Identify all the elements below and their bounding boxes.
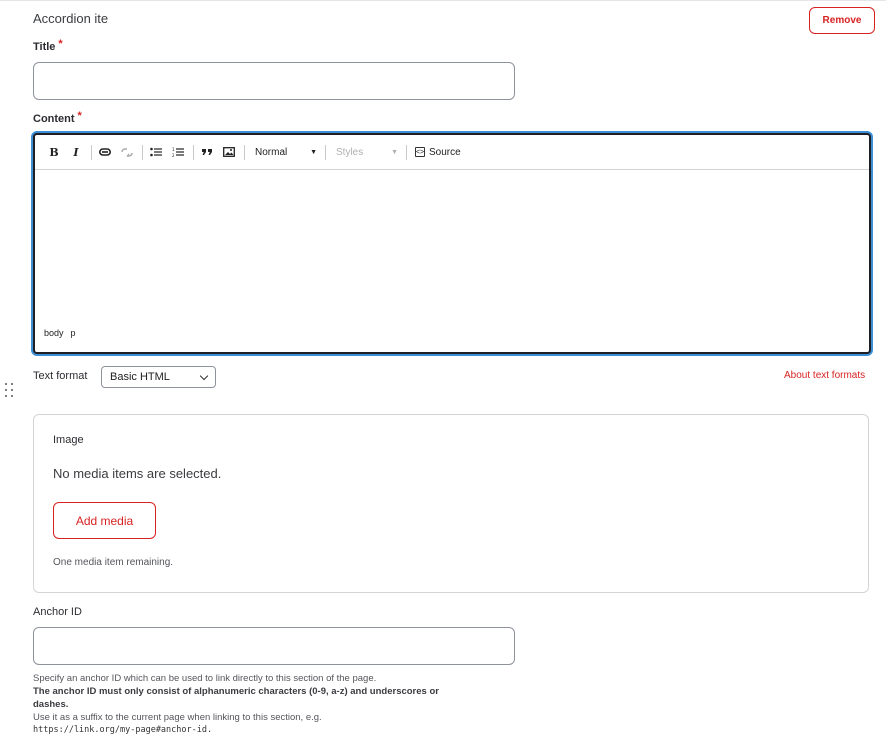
italic-button[interactable]: I: [67, 143, 85, 161]
text-format-label: Text format: [33, 370, 88, 382]
anchor-id-input[interactable]: [33, 627, 515, 665]
section-title: Accordion ite: [33, 11, 109, 26]
toolbar-separator: [193, 144, 194, 160]
caret-down-icon: ▼: [391, 148, 398, 156]
source-button[interactable]: <> Source: [411, 147, 465, 158]
source-icon: <>: [415, 147, 425, 157]
about-text-formats-link[interactable]: About text formats: [784, 370, 865, 381]
toolbar-separator: [325, 144, 326, 160]
link-icon[interactable]: [96, 143, 114, 161]
help-line: Use it as a suffix to the current page w…: [33, 712, 322, 723]
svg-text:2: 2: [172, 153, 175, 157]
chevron-down-icon: [199, 371, 209, 380]
toolbar-separator: [142, 144, 143, 160]
numbered-list-icon[interactable]: 12: [169, 143, 187, 161]
drag-handle-icon[interactable]: [5, 383, 15, 399]
styles-dropdown-value: Styles: [336, 146, 364, 158]
editor-toolbar: B I 12 Normal ▼ Styles ▼ <> Source: [35, 135, 869, 170]
format-dropdown[interactable]: Normal ▼: [249, 143, 323, 161]
format-dropdown-value: Normal: [255, 146, 288, 158]
help-rules: The anchor ID must only consist of alpha…: [33, 686, 439, 710]
toolbar-separator: [244, 144, 245, 160]
image-title: Image: [53, 434, 84, 446]
text-format-select[interactable]: Basic HTML: [101, 366, 216, 388]
editor-content-area[interactable]: [35, 170, 869, 328]
path-item-p[interactable]: p: [71, 328, 76, 338]
title-label: Title *: [33, 38, 63, 53]
add-media-button[interactable]: Add media: [53, 502, 156, 539]
svg-text:1: 1: [172, 147, 175, 152]
caret-down-icon: ▼: [310, 148, 317, 156]
required-mark: *: [77, 110, 82, 122]
image-icon[interactable]: [220, 143, 238, 161]
anchor-id-help: Specify an anchor ID which can be used t…: [33, 672, 473, 737]
bold-button[interactable]: B: [45, 143, 63, 161]
text-format-selected: Basic HTML: [110, 371, 170, 383]
blockquote-icon[interactable]: [198, 143, 216, 161]
rich-text-editor[interactable]: B I 12 Normal ▼ Styles ▼ <> Source body …: [33, 133, 871, 354]
media-remaining-text: One media item remaining.: [53, 557, 174, 568]
unlink-icon[interactable]: [118, 143, 136, 161]
content-label: Content *: [33, 110, 82, 125]
title-label-text: Title: [33, 41, 56, 53]
source-label: Source: [429, 146, 461, 158]
required-mark: *: [58, 38, 63, 50]
toolbar-separator: [91, 144, 92, 160]
anchor-id-label: Anchor ID: [33, 606, 82, 618]
help-line: Specify an anchor ID which can be used t…: [33, 673, 377, 684]
content-label-text: Content: [33, 113, 75, 125]
editor-element-path: body p: [35, 328, 869, 338]
image-media-card: Image No media items are selected. Add m…: [33, 414, 869, 593]
bulleted-list-icon[interactable]: [147, 143, 165, 161]
toolbar-separator: [406, 144, 407, 160]
remove-button[interactable]: Remove: [809, 7, 875, 34]
title-input[interactable]: [33, 62, 515, 100]
help-example-url: https://link.org/my-page#anchor-id.: [33, 725, 213, 735]
path-item-body[interactable]: body: [44, 328, 64, 338]
top-divider: [0, 0, 886, 1]
styles-dropdown[interactable]: Styles ▼: [330, 143, 404, 161]
no-media-message: No media items are selected.: [53, 466, 222, 481]
